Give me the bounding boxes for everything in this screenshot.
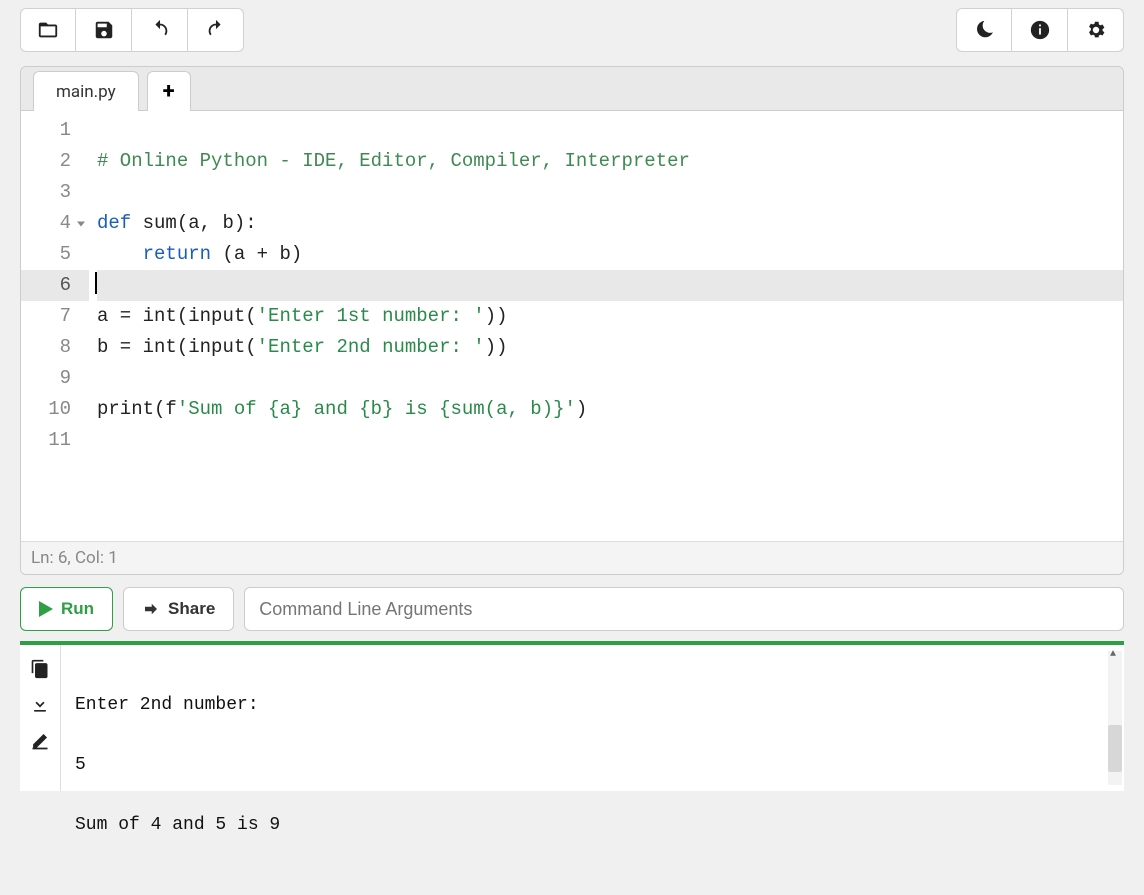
scrollbar[interactable]: ▲ bbox=[1108, 651, 1122, 785]
cli-args-input[interactable] bbox=[244, 587, 1124, 631]
save-icon bbox=[93, 19, 115, 41]
share-button[interactable]: Share bbox=[123, 587, 234, 631]
tab-main[interactable]: main.py bbox=[33, 71, 139, 111]
redo-button[interactable] bbox=[188, 8, 244, 52]
download-icon[interactable] bbox=[30, 695, 50, 715]
run-button[interactable]: Run bbox=[20, 587, 113, 631]
output-line: 5 bbox=[75, 755, 1110, 775]
output-line: Enter 2nd number: bbox=[75, 695, 1110, 715]
code-editor[interactable]: # Online Python - IDE, Editor, Compiler,… bbox=[89, 111, 1123, 541]
share-icon bbox=[142, 600, 160, 618]
line-gutter: 1 2 3 4 5 6 7 8 9 10 11 bbox=[21, 111, 89, 541]
tab-bar: main.py + bbox=[21, 67, 1123, 111]
settings-button[interactable] bbox=[1068, 8, 1124, 52]
output-line: Sum of 4 and 5 is 9 bbox=[75, 815, 1110, 835]
dark-mode-button[interactable] bbox=[956, 8, 1012, 52]
scrollbar-thumb[interactable] bbox=[1108, 725, 1122, 772]
gear-icon bbox=[1085, 19, 1107, 41]
open-file-button[interactable] bbox=[20, 8, 76, 52]
output-terminal[interactable]: Enter 2nd number: 5 Sum of 4 and 5 is 9 … bbox=[60, 645, 1124, 791]
status-bar: Ln: 6, Col: 1 bbox=[21, 541, 1123, 574]
info-button[interactable] bbox=[1012, 8, 1068, 52]
undo-button[interactable] bbox=[132, 8, 188, 52]
cursor bbox=[95, 272, 97, 294]
tab-add-button[interactable]: + bbox=[147, 71, 191, 111]
play-icon bbox=[39, 601, 53, 617]
undo-icon bbox=[149, 19, 171, 41]
redo-icon bbox=[205, 19, 227, 41]
copy-icon[interactable] bbox=[30, 659, 50, 679]
info-icon bbox=[1029, 19, 1051, 41]
save-button[interactable] bbox=[76, 8, 132, 52]
scroll-up-icon[interactable]: ▲ bbox=[1110, 649, 1116, 660]
folder-open-icon bbox=[37, 19, 59, 41]
moon-icon bbox=[973, 19, 995, 41]
erase-icon[interactable] bbox=[30, 731, 50, 751]
